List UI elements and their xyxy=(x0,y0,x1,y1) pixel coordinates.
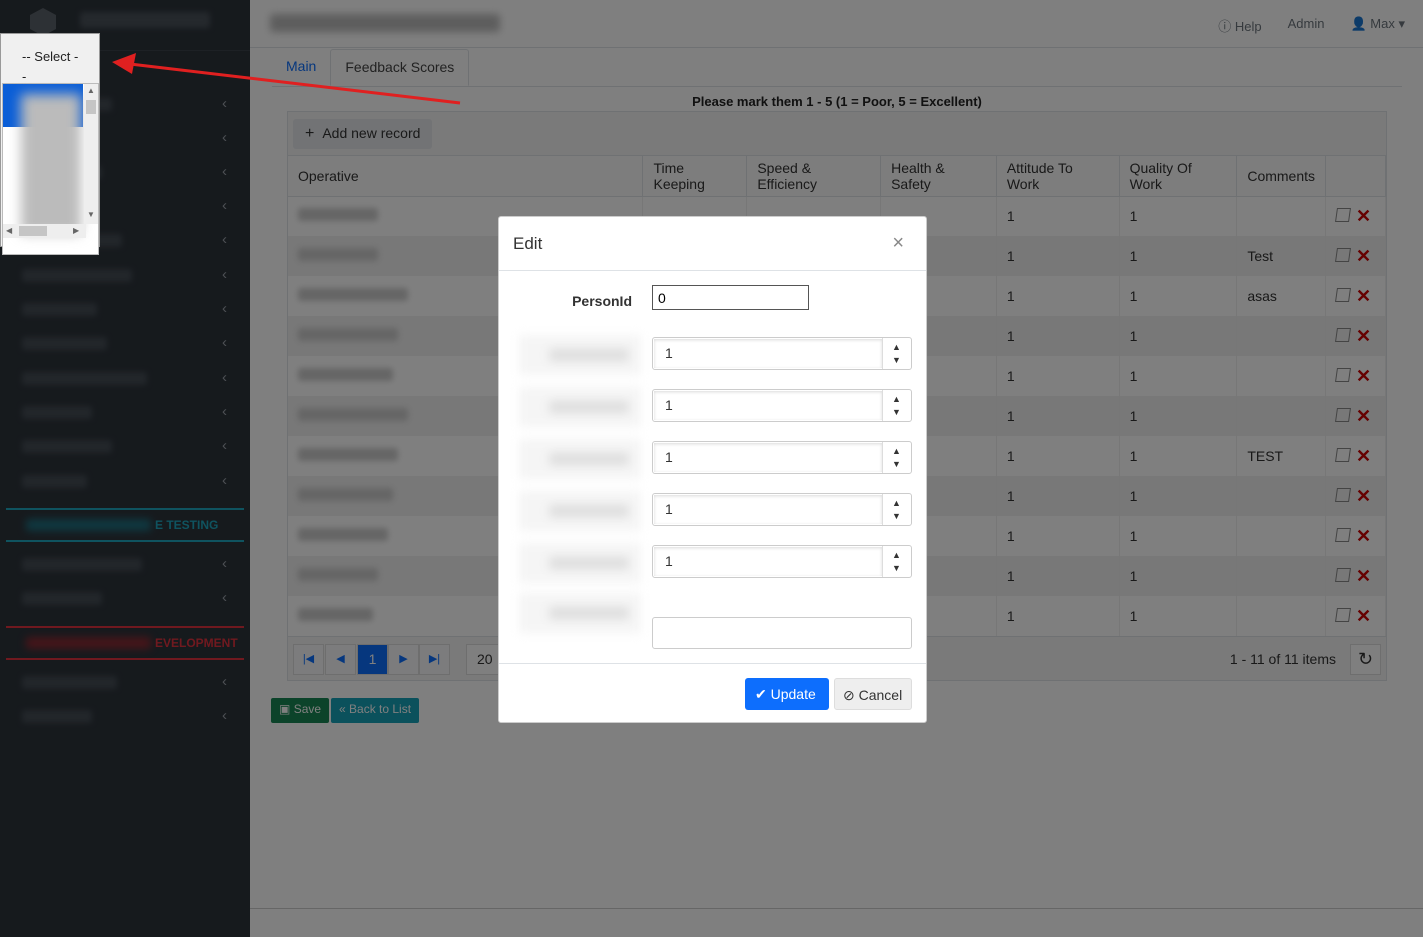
scroll-thumb[interactable] xyxy=(19,226,47,236)
decrement-icon[interactable]: ▼ xyxy=(892,459,901,469)
vertical-scrollbar[interactable]: ▲ ▼ xyxy=(84,84,98,224)
increment-icon[interactable]: ▲ xyxy=(892,342,901,352)
speed-efficiency-stepper[interactable]: 1 ▲ ▼ xyxy=(652,389,912,422)
field-label-redacted xyxy=(519,387,641,427)
scroll-right-icon[interactable]: ▶ xyxy=(73,226,79,235)
attitude-stepper[interactable]: 1 ▲ ▼ xyxy=(652,493,912,526)
comments-input[interactable] xyxy=(652,617,912,649)
decrement-icon[interactable]: ▼ xyxy=(892,355,901,365)
close-icon[interactable]: × xyxy=(892,232,904,255)
modal-footer: ✔ Update ⊘ Cancel xyxy=(499,663,926,723)
check-icon: ✔ xyxy=(755,686,767,702)
time-keeping-stepper[interactable]: 1 ▲ ▼ xyxy=(652,337,912,370)
select-options-list[interactable]: ▲ ▼ ◀ ▶ xyxy=(2,83,99,255)
scroll-down-icon[interactable]: ▼ xyxy=(87,210,95,219)
spin-buttons[interactable]: ▲ ▼ xyxy=(882,494,911,525)
field-label-redacted xyxy=(519,543,641,583)
spin-buttons[interactable]: ▲ ▼ xyxy=(882,338,911,369)
stepper-value[interactable]: 1 xyxy=(654,495,882,524)
spin-buttons[interactable]: ▲ ▼ xyxy=(882,390,911,421)
spin-buttons[interactable]: ▲ ▼ xyxy=(882,546,911,577)
field-label-redacted xyxy=(519,491,641,531)
increment-icon[interactable]: ▲ xyxy=(892,394,901,404)
scroll-thumb[interactable] xyxy=(86,100,96,114)
person-id-input[interactable] xyxy=(652,285,809,310)
update-button[interactable]: ✔ Update xyxy=(745,678,829,710)
field-label-redacted xyxy=(519,439,641,479)
stepper-value[interactable]: 1 xyxy=(654,443,882,472)
select-placeholder[interactable]: -- Select -- xyxy=(22,47,82,87)
select-dropdown-popup[interactable]: -- Select -- ▲ ▼ ◀ ▶ xyxy=(0,33,100,255)
quality-stepper[interactable]: 1 ▲ ▼ xyxy=(652,545,912,578)
increment-icon[interactable]: ▲ xyxy=(892,550,901,560)
spin-buttons[interactable]: ▲ ▼ xyxy=(882,442,911,473)
increment-icon[interactable]: ▲ xyxy=(892,498,901,508)
scroll-left-icon[interactable]: ◀ xyxy=(6,226,12,235)
stepper-value[interactable]: 1 xyxy=(654,547,882,576)
horizontal-scrollbar[interactable]: ◀ ▶ xyxy=(3,224,86,238)
health-safety-stepper[interactable]: 1 ▲ ▼ xyxy=(652,441,912,474)
cancel-button[interactable]: ⊘ Cancel xyxy=(834,678,912,710)
edit-modal: Edit × PersonId 1 ▲▼ 1 ▲▼ 1 ▲▼ 1 ▲▼ 1 ▲▼… xyxy=(498,216,927,723)
options-redacted xyxy=(21,94,81,234)
modal-header: Edit × xyxy=(499,217,926,271)
scroll-up-icon[interactable]: ▲ xyxy=(87,86,95,95)
decrement-icon[interactable]: ▼ xyxy=(892,563,901,573)
field-label-redacted xyxy=(519,335,641,375)
increment-icon[interactable]: ▲ xyxy=(892,446,901,456)
person-id-label: PersonId xyxy=(572,293,632,309)
stepper-value[interactable]: 1 xyxy=(654,391,882,420)
decrement-icon[interactable]: ▼ xyxy=(892,407,901,417)
field-label-redacted xyxy=(519,593,641,633)
stepper-value[interactable]: 1 xyxy=(654,339,882,368)
cancel-icon: ⊘ xyxy=(843,687,855,703)
decrement-icon[interactable]: ▼ xyxy=(892,511,901,521)
modal-title: Edit xyxy=(513,234,543,253)
